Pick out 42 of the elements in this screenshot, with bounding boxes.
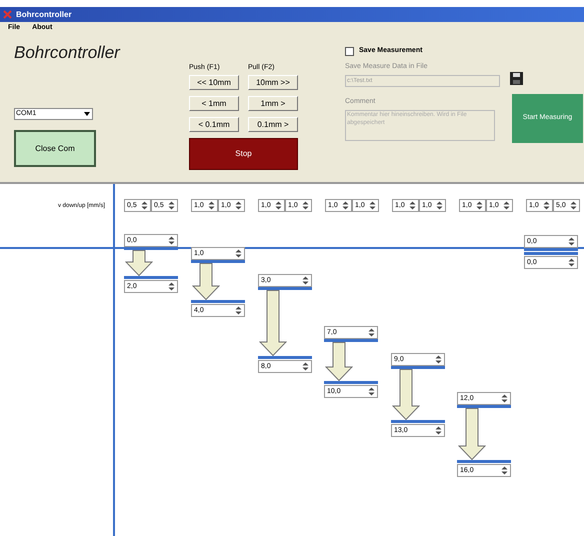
spin-arrows-icon[interactable] [501, 394, 508, 403]
spin-arrows-icon[interactable] [302, 201, 309, 210]
spin-arrows-icon[interactable] [208, 201, 215, 210]
spin-arrows-icon[interactable] [302, 362, 309, 371]
jog-button[interactable]: < 0.1mm [189, 117, 239, 132]
stop-button[interactable]: Stop [189, 138, 298, 170]
spin-arrows-icon[interactable] [168, 236, 175, 245]
spin-arrows-icon[interactable] [436, 201, 443, 210]
spin-arrows-icon[interactable] [369, 201, 376, 210]
spin-arrows-icon[interactable] [503, 201, 510, 210]
spin-arrows-icon[interactable] [368, 328, 375, 337]
close-com-button[interactable]: Close Com [14, 130, 96, 167]
save-checkbox[interactable] [345, 46, 354, 56]
app-title: Bohrcontroller [14, 44, 122, 61]
spin-arrows-icon[interactable] [435, 426, 442, 435]
spin-arrows-icon[interactable] [501, 466, 508, 475]
spin-arrows-icon[interactable] [409, 201, 416, 210]
spin-arrows-icon[interactable] [570, 201, 577, 210]
jog-button[interactable]: 10mm >> [248, 75, 298, 90]
spin-arrows-icon[interactable] [476, 201, 483, 210]
spin-arrows-icon[interactable] [275, 201, 282, 210]
spin-arrows-icon[interactable] [235, 201, 242, 210]
spin-arrows-icon[interactable] [342, 201, 349, 210]
spin-arrows-icon[interactable] [435, 355, 442, 364]
spin-arrows-icon[interactable] [168, 201, 175, 210]
window-title: Bohrcontroller [16, 8, 72, 20]
spin-arrows-icon[interactable] [568, 258, 575, 267]
spin-arrows-icon[interactable] [141, 201, 148, 210]
app-icon [3, 10, 12, 19]
spin-arrows-icon[interactable] [543, 201, 550, 210]
spin-arrows-icon[interactable] [235, 249, 242, 258]
jog-button[interactable]: << 10mm [189, 75, 239, 90]
spin-arrows-icon[interactable] [368, 387, 375, 396]
spin-arrows-icon[interactable] [568, 237, 575, 246]
save-icon[interactable] [510, 72, 523, 84]
jog-button[interactable]: 0.1mm > [248, 117, 298, 132]
spin-arrows-icon[interactable] [168, 282, 175, 291]
dropdown-caret-icon [83, 110, 91, 118]
jog-button[interactable]: 1mm > [248, 96, 298, 111]
spin-arrows-icon[interactable] [235, 306, 242, 315]
jog-button[interactable]: < 1mm [189, 96, 239, 111]
spin-arrows-icon[interactable] [302, 276, 309, 285]
